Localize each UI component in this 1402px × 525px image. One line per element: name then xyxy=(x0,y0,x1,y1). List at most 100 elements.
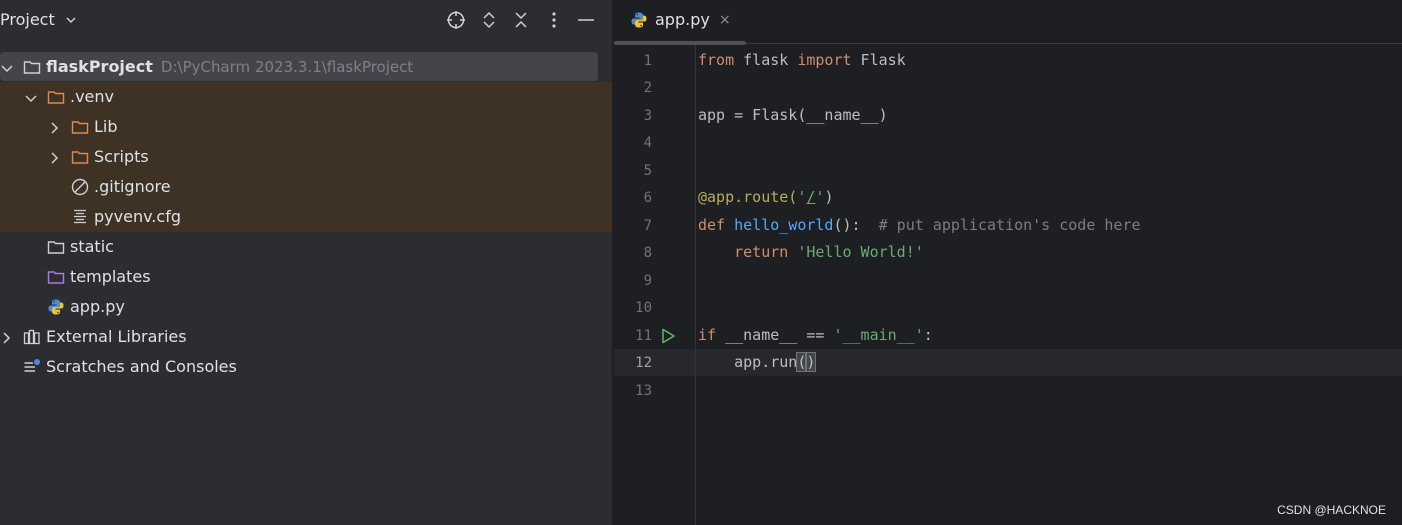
keyword: import xyxy=(797,51,852,69)
tree-item-scratches-and-consoles[interactable]: Scratches and Consoles xyxy=(0,352,612,382)
keyword: return xyxy=(734,243,789,261)
project-name: flaskProject xyxy=(46,57,153,76)
code-line-1: from flask import Flask xyxy=(698,51,906,69)
line-number: 8 xyxy=(643,245,652,261)
minimize-icon[interactable] xyxy=(575,9,597,31)
code-line-8: return 'Hello World!' xyxy=(698,243,924,261)
keyword: if xyxy=(698,326,717,344)
python-icon xyxy=(630,11,648,29)
folder-icon xyxy=(47,88,65,106)
line-number: 9 xyxy=(643,273,652,289)
code-line-12: app.run() xyxy=(698,352,817,372)
folder-icon xyxy=(47,268,65,286)
editor-tab-bar: app.py × xyxy=(614,0,1402,45)
code-token: Flask xyxy=(851,51,906,69)
line-number-current: 12 xyxy=(635,355,652,371)
text-file-icon xyxy=(71,208,89,226)
chevron-right-icon[interactable] xyxy=(0,330,14,344)
line-number: 10 xyxy=(635,300,652,316)
tree-item-gitignore[interactable]: .gitignore xyxy=(0,172,612,202)
tab-label: app.py xyxy=(655,10,710,29)
tree-item-label: flaskProject D:\PyCharm 2023.3.1\flaskPro… xyxy=(46,57,413,76)
line-number: 3 xyxy=(643,108,652,124)
tree-item-external-libraries[interactable]: External Libraries xyxy=(0,322,612,352)
chevron-right-icon[interactable] xyxy=(47,120,61,134)
folder-icon xyxy=(23,58,41,76)
code-line-6: @app.route('/') xyxy=(698,188,833,206)
libraries-icon xyxy=(23,328,41,346)
line-number: 1 xyxy=(643,53,652,69)
code-line-3: app = Flask(__name__) xyxy=(698,106,888,124)
code-editor: app.py × 1 2 3 4 5 6 7 8 9 10 11 12 13 f… xyxy=(614,0,1402,525)
tree-item-venv[interactable]: .venv xyxy=(0,82,612,112)
tree-item-flaskproject[interactable]: flaskProject D:\PyCharm 2023.3.1\flaskPro… xyxy=(0,52,612,82)
line-number: 13 xyxy=(635,383,652,399)
line-number: 11 xyxy=(635,328,652,344)
line-number: 2 xyxy=(643,80,652,96)
tab-app-py[interactable]: app.py × xyxy=(614,0,746,45)
chevron-down-icon[interactable] xyxy=(0,60,14,74)
tree-item-lib[interactable]: Lib xyxy=(0,112,612,142)
code-token: ) xyxy=(824,188,834,206)
ignore-file-icon xyxy=(71,178,89,196)
tree-item-label: pyvenv.cfg xyxy=(94,207,181,226)
run-icon[interactable] xyxy=(660,328,676,344)
tree-item-label: .venv xyxy=(70,87,115,106)
collapse-all-icon[interactable] xyxy=(510,9,532,31)
tree-item-label: app.py xyxy=(70,297,125,316)
string-literal: '__main__' xyxy=(833,326,924,344)
project-header: Project xyxy=(0,0,612,42)
line-number: 7 xyxy=(643,218,652,234)
close-icon[interactable]: × xyxy=(719,12,731,28)
tree-item-templates[interactable]: templates xyxy=(0,262,612,292)
code-token: __name__ == xyxy=(716,326,834,344)
tree-item-static[interactable]: static xyxy=(0,232,612,262)
function-name: hello_world xyxy=(734,216,834,234)
chevron-down-icon[interactable] xyxy=(24,90,38,104)
line-number: 6 xyxy=(643,190,652,206)
code-token: flask xyxy=(734,51,798,69)
expand-all-icon[interactable] xyxy=(478,9,500,31)
tree-item-scripts[interactable]: Scripts xyxy=(0,142,612,172)
kebab-menu-icon[interactable] xyxy=(543,9,565,31)
tree-item-label: static xyxy=(70,237,114,256)
tree-item-label: Scripts xyxy=(94,147,149,166)
code-line-11: if __name__ == '__main__': xyxy=(698,326,933,344)
watermark-text: CSDN @HACKNOE xyxy=(1277,503,1386,517)
tree-item-label: External Libraries xyxy=(46,327,187,346)
scratches-icon xyxy=(23,358,41,376)
tree-item-label: Lib xyxy=(94,117,118,136)
code-token: app.run xyxy=(734,353,798,371)
tree-item-pyvenv-cfg[interactable]: pyvenv.cfg xyxy=(0,202,612,232)
keyword: from xyxy=(698,51,735,69)
folder-icon xyxy=(71,148,89,166)
line-number-gutter[interactable]: 1 2 3 4 5 6 7 8 9 10 11 12 13 xyxy=(614,45,696,525)
chevron-right-icon[interactable] xyxy=(47,150,61,164)
project-path: D:\PyCharm 2023.3.1\flaskProject xyxy=(160,58,414,76)
chevron-down-icon[interactable] xyxy=(64,12,78,26)
comment: # put application's code here xyxy=(878,216,1141,234)
folder-icon xyxy=(71,118,89,136)
matched-paren: ) xyxy=(805,352,817,372)
crosshair-icon[interactable] xyxy=(445,9,467,31)
python-icon xyxy=(47,298,65,316)
tree-item-label: Scratches and Consoles xyxy=(46,357,237,376)
project-view-title[interactable]: Project xyxy=(0,10,55,29)
code-token: : xyxy=(923,326,933,344)
keyword: def xyxy=(698,216,726,234)
line-number: 5 xyxy=(643,163,652,179)
code-token: (): xyxy=(833,216,879,234)
folder-icon xyxy=(47,238,65,256)
tree-item-label: .gitignore xyxy=(94,177,171,196)
tree-item-app-py[interactable]: app.py xyxy=(0,292,612,322)
line-number: 4 xyxy=(643,135,652,151)
decorator: @app.route( xyxy=(698,188,798,206)
string-literal: 'Hello World!' xyxy=(797,243,924,261)
project-tool-window: Project flaskProject D:\PyCharm 2023.3.1… xyxy=(0,0,612,525)
tree-item-label: templates xyxy=(70,267,151,286)
code-line-7: def hello_world(): # put application's c… xyxy=(698,216,1141,234)
